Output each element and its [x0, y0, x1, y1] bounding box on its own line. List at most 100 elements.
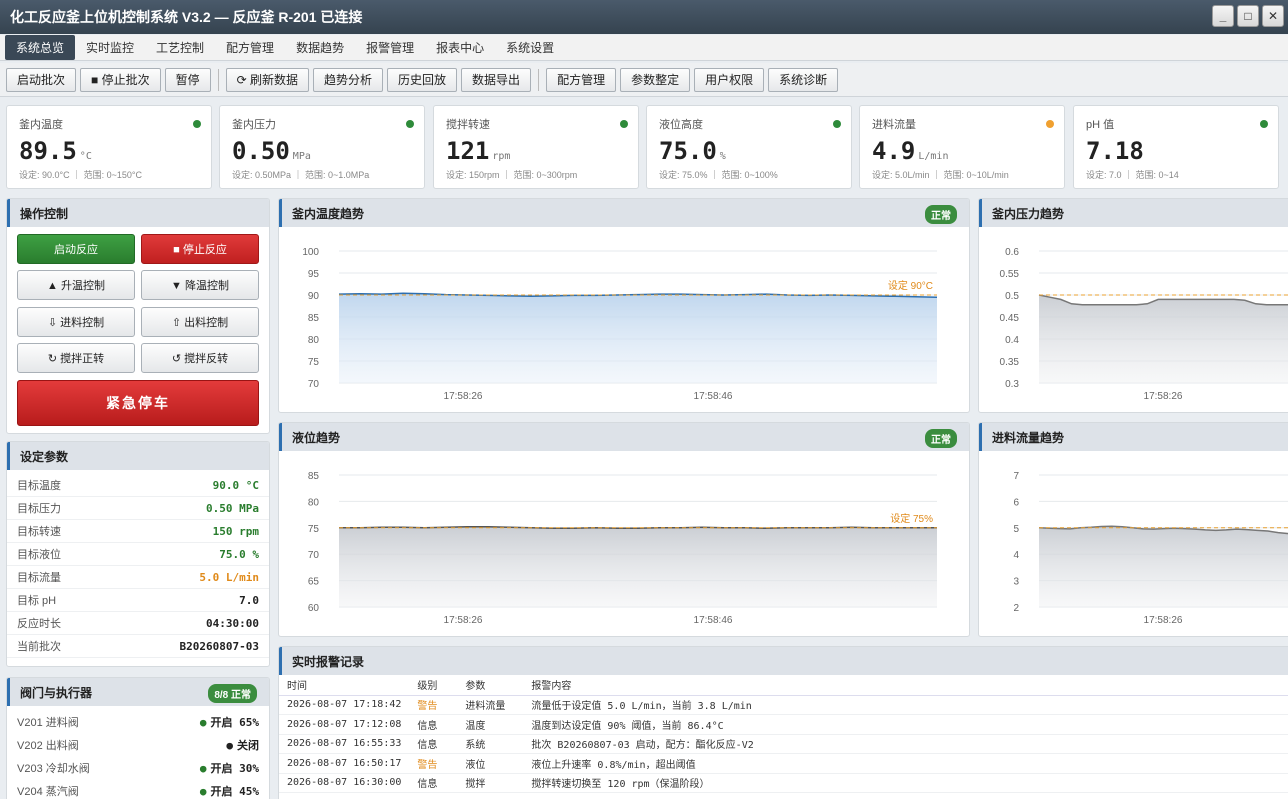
y-tick-label: 80 [308, 335, 320, 346]
menu-realtime[interactable]: 实时监控 [75, 35, 145, 60]
alarm-content: 温度到达设定值 90% 阈值，当前 86.4°C [523, 714, 1288, 735]
cool-control-button[interactable]: ▼ 降温控制 [141, 270, 259, 300]
param-tuning-button[interactable]: 参数整定 [620, 67, 691, 92]
card-label: 釜内温度 [19, 119, 63, 131]
alarm-time: 2026-08-07 16:55:33 [279, 734, 410, 754]
x-tick-label: 17:58:26 [444, 391, 483, 402]
card-level: 液位高度 75.0% 设定: 75.0% ｜ 范围: 0~100% [646, 105, 852, 189]
y-tick-label: 70 [308, 379, 320, 390]
valve-status-icon: ● [226, 738, 233, 752]
param-value: 75.0 % [219, 547, 259, 561]
valve-row: V204 蒸汽阀 ● 开启 45% [7, 779, 269, 799]
stir-reverse-button[interactable]: ↺ 搅拌反转 [141, 343, 259, 373]
pressure-chart: 0.6 0.55 0.5 0.45 0.4 0.35 0.3 17:58:26 [1000, 247, 1288, 402]
valve-state: ● 开启 30% [200, 760, 259, 776]
menu-reports[interactable]: 报表中心 [425, 35, 495, 60]
y-tick-label: 2 [1013, 603, 1019, 614]
card-label: pH 值 [1086, 119, 1115, 131]
card-temperature: 釜内温度 89.5 °C 设定: 90.0°C ｜ 范围: 0~150°C [6, 105, 212, 189]
series-area [1039, 526, 1288, 607]
history-replay-button[interactable]: 历史回放 [387, 67, 458, 92]
card-sub: 设定: 90.0°C ｜ 范围: 0~150°C [19, 170, 142, 180]
menu-settings[interactable]: 系统设置 [495, 35, 565, 60]
valve-panel: 阀门与执行器 8/8 正常 V201 进料阀 ● 开启 65% V202 出料阀 ● 关闭 V… [6, 677, 270, 799]
col-content: 报警内容 [523, 675, 1288, 696]
valve-state: ● 开启 45% [200, 783, 259, 799]
recipe-manage-button[interactable]: 配方管理 [546, 67, 617, 92]
close-button[interactable]: ✕ [1262, 5, 1284, 27]
param-row: 反应时长 04:30:00 [7, 612, 269, 635]
feed-control-button[interactable]: ⇩ 进料控制 [17, 307, 135, 337]
param-label: 反应时长 [17, 618, 61, 630]
start-batch-button[interactable]: 启动批次 [6, 67, 77, 92]
start-reaction-button[interactable]: 启动反应 [17, 234, 135, 264]
menu-trends[interactable]: 数据趋势 [285, 35, 355, 60]
y-tick-label: 4 [1013, 550, 1019, 561]
menu-recipe[interactable]: 配方管理 [215, 35, 285, 60]
valve-status-icon: ● [199, 784, 207, 798]
y-tick-label: 5 [1013, 524, 1019, 535]
y-tick-label: 80 [308, 497, 320, 508]
card-ph: pH 值 7.18 设定: 7.0 ｜ 范围: 0~14 [1073, 105, 1279, 189]
valve-state: ● 关闭 [226, 737, 259, 753]
menu-overview[interactable]: 系统总览 [5, 35, 76, 60]
refresh-button[interactable]: ⟳ 刷新数据 [225, 67, 310, 92]
valve-status-icon: ● [199, 761, 207, 775]
system-diagnose-button[interactable]: 系统诊断 [768, 67, 839, 92]
param-value: 0.50 MPa [206, 501, 259, 515]
level-chart: 85 80 75 70 65 60 设定 75% 17:58:26 17:58:46 [308, 471, 937, 626]
menu-process[interactable]: 工艺控制 [145, 35, 215, 60]
card-value: 89.5 °C [19, 137, 199, 165]
table-row[interactable]: 2026-08-07 16:50:17 警告 液位 液位上升速率 0.8%/min，超… [279, 753, 1288, 774]
table-row[interactable]: 2026-08-07 17:18:42 警告 进料流量 流量低于设定值 5.0 L/m… [279, 695, 1288, 715]
alarm-param: 系统 [457, 734, 524, 754]
table-row[interactable]: 2026-08-07 16:30:00 信息 搅拌 搅拌转速切换至 120 rpm（保… [279, 773, 1288, 793]
card-stirring: 搅拌转速 121 rpm 设定: 150rpm ｜ 范围: 0~300rpm [433, 105, 639, 189]
alarm-panel: 实时报警记录 时间 级别 参数 报警内容 2026-08-07 17:18:42… [278, 646, 1288, 799]
y-tick-label: 0.5 [1005, 291, 1019, 302]
card-sub: 设定: 150rpm ｜ 范围: 0~300rpm [446, 170, 578, 180]
x-tick-label: 17:58:26 [444, 615, 483, 626]
value-text: 7.18 [1086, 137, 1144, 165]
minimize-button[interactable]: _ [1212, 5, 1234, 27]
stop-batch-button[interactable]: ■ 停止批次 [80, 67, 161, 92]
card-pressure: 釜内压力 0.50 MPa 设定: 0.50MPa ｜ 范围: 0~1.0MPa [219, 105, 425, 189]
trend-analysis-button[interactable]: 趋势分析 [313, 67, 384, 92]
data-export-button[interactable]: 数据导出 [461, 67, 532, 92]
status-dot [620, 120, 628, 128]
param-row: 目标温度 90.0 °C [7, 474, 269, 497]
panel-title: 实时报警记录 [279, 647, 1288, 675]
table-row[interactable]: 2026-08-07 16:55:33 信息 系统 批次 B20260807-03 启… [279, 734, 1288, 754]
window-title: 化工反应釜上位机控制系统 V3.2 — 反应釜 R-201 已连接 [10, 9, 363, 25]
unit-text: % [719, 151, 726, 162]
heat-control-button[interactable]: ▲ 升温控制 [17, 270, 135, 300]
table-row[interactable]: 2026-08-07 17:12:08 信息 温度 温度到达设定值 90% 阈值，当前… [279, 714, 1288, 735]
y-tick-label: 0.4 [1005, 335, 1019, 346]
discharge-control-button[interactable]: ⇧ 出料控制 [141, 307, 259, 337]
panel-title-text: 阀门与执行器 [20, 685, 93, 700]
alarm-content: 流量低于设定值 5.0 L/min，当前 3.8 L/min [523, 695, 1288, 715]
card-label: 搅拌转速 [446, 119, 490, 131]
menu-alarms[interactable]: 报警管理 [355, 35, 425, 60]
stir-forward-button[interactable]: ↻ 搅拌正转 [17, 343, 135, 373]
user-permission-button[interactable]: 用户权限 [694, 67, 765, 92]
chart-title: 进料流量趋势 [979, 423, 1288, 451]
alarm-param: 搅拌 [457, 773, 524, 793]
card-sub: 设定: 5.0L/min ｜ 范围: 0~10L/min [872, 170, 1009, 180]
valve-label: V201 进料阀 [17, 716, 79, 729]
param-row: 目标 pH 7.0 [7, 589, 269, 612]
status-dot [193, 120, 201, 128]
maximize-button[interactable]: □ [1237, 5, 1259, 27]
card-value: 121 rpm [446, 137, 626, 165]
param-label: 当前批次 [17, 641, 61, 653]
emergency-stop-button[interactable]: 紧急停车 [17, 380, 259, 426]
stop-reaction-button[interactable]: ■ 停止反应 [141, 234, 259, 264]
valve-state-text: 关闭 [237, 738, 259, 752]
pause-button[interactable]: 暂停 [164, 67, 211, 92]
valve-state-text: 开启 30% [210, 761, 260, 775]
flow-chart-panel: 进料流量趋势 7 6 5 4 3 2 17:58:26 [978, 422, 1288, 637]
chart-title: 釜内压力趋势 [979, 199, 1288, 227]
series-area [339, 526, 937, 607]
y-tick-label: 0.55 [1000, 269, 1020, 280]
alarm-time: 2026-08-07 16:30:00 [279, 773, 410, 793]
